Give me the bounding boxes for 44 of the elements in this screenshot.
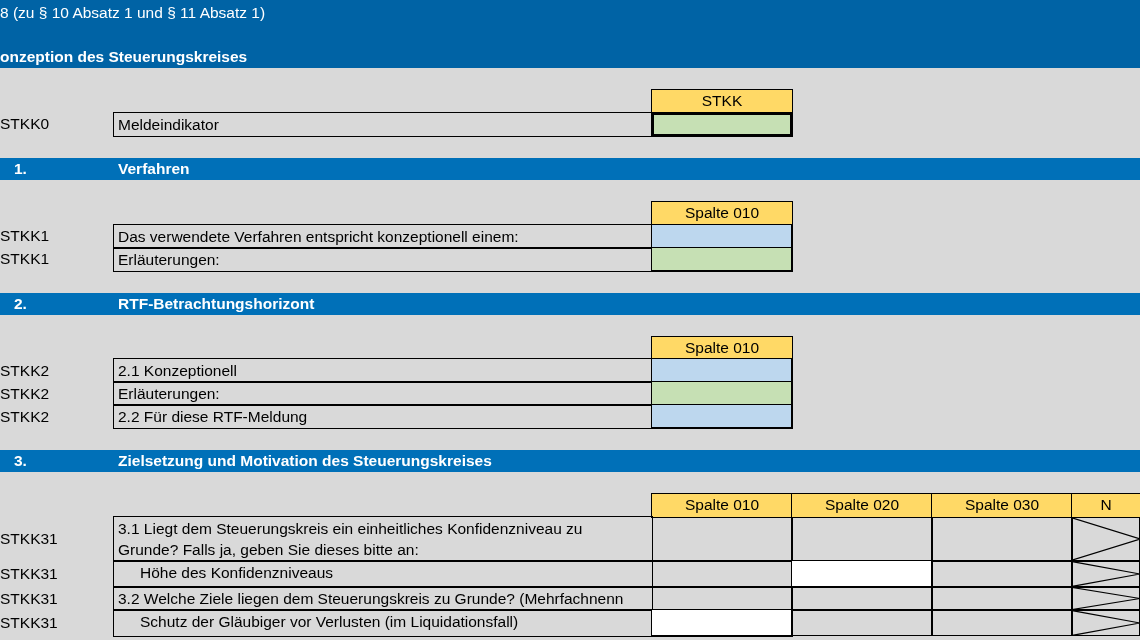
column-header: Spalte 010 <box>652 336 792 360</box>
input-cell[interactable] <box>652 382 792 406</box>
input-cell[interactable] <box>792 561 932 588</box>
row-code: STKK1 <box>0 249 51 270</box>
input-cell[interactable] <box>652 610 792 637</box>
input-cell[interactable] <box>652 112 792 136</box>
row-label: 3.1 Liegt dem Steuerungskreis ein einheitliches Konfidenzniveau zu Grunde? Falls ja, geben Sie dieses bitte an: <box>114 517 652 562</box>
row-label: Höhe des Konfidenzniveaus <box>114 561 652 588</box>
column-header: Spalte 010 <box>652 494 792 518</box>
section-title: RTF-Betrachtungshorizont <box>117 293 315 314</box>
row-code: STKK31 <box>0 529 59 550</box>
row-label: Erläuterungen: <box>114 382 652 406</box>
row-code: STKK31 <box>0 564 59 585</box>
row-label: 2.1 Konzeptionell <box>114 359 652 383</box>
row-label: Meldeindikator <box>114 112 652 136</box>
column-header: Spalte 020 <box>792 494 932 518</box>
row-code: STKK2 <box>0 383 51 404</box>
row-code: STKK1 <box>0 226 51 247</box>
row-code: STKK31 <box>0 588 59 609</box>
crossed-out-cell <box>1072 587 1140 611</box>
section-number: 1. <box>13 158 28 179</box>
row-label: 3.2 Welche Ziele liegen dem Steuerungskreis zu Grunde? (Mehrfachnenn <box>114 587 652 611</box>
row-label: 2.2 Für diese RTF-Meldung <box>114 405 652 429</box>
input-cell[interactable] <box>652 224 792 248</box>
row-code: STKK0 <box>0 114 51 135</box>
section-title: Verfahren <box>117 158 190 179</box>
row-label: Das verwendete Verfahren entspricht konzeptionell einem: <box>114 224 652 248</box>
column-header: STKK <box>652 90 792 113</box>
column-header: Spalte 010 <box>652 201 792 225</box>
row-code: STKK31 <box>0 613 59 634</box>
input-cell[interactable] <box>652 405 792 429</box>
row-code: STKK2 <box>0 406 51 427</box>
column-header: N <box>1072 494 1140 518</box>
section-number: 2. <box>13 293 28 314</box>
section-number: 3. <box>13 451 28 472</box>
row-label: Schutz der Gläubiger vor Verlusten (im Liquidationsfall) <box>114 610 652 637</box>
column-header: Spalte 030 <box>932 494 1072 518</box>
section-title: Zielsetzung und Motivation des Steuerungskreises <box>117 451 492 472</box>
form-heading: onzeption des Steuerungskreises <box>0 47 249 67</box>
row-label: Erläuterungen: <box>114 247 652 271</box>
row-code: STKK2 <box>0 360 51 381</box>
form-subtitle: 8 (zu § 10 Absatz 1 und § 11 Absatz 1) <box>0 3 267 23</box>
input-cell[interactable] <box>652 247 792 271</box>
input-cell[interactable] <box>652 359 792 383</box>
